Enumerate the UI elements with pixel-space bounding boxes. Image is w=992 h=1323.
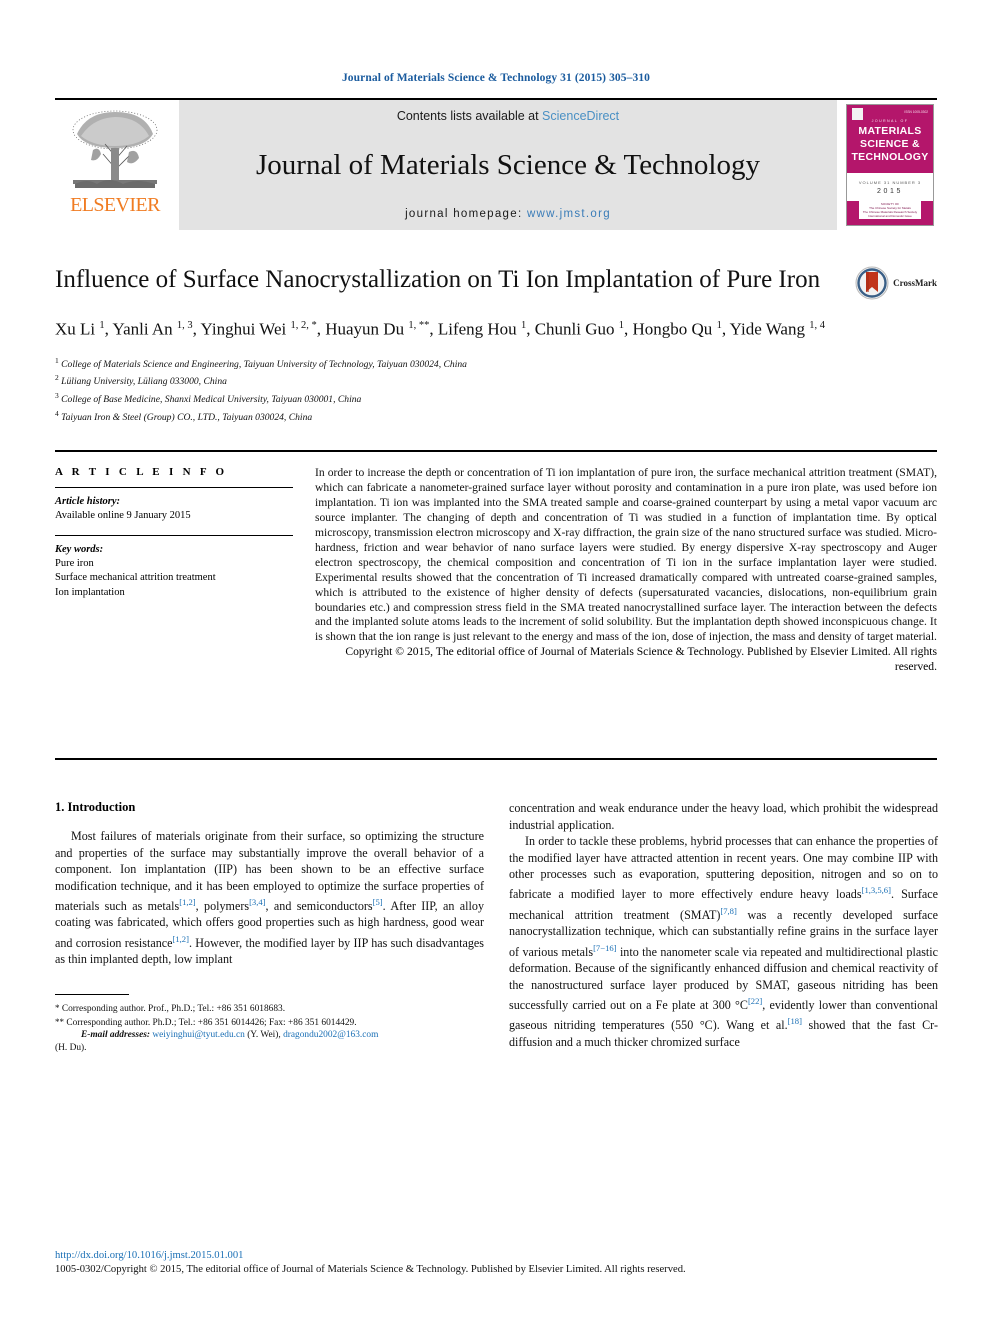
cover-title-line1: MATERIALS [858, 125, 922, 137]
cover-title: MATERIALS SCIENCE & TECHNOLOGY [851, 125, 928, 164]
keyword-item: Pure iron [55, 557, 94, 569]
contents-prefix: Contents lists available at [396, 109, 543, 123]
journal-masthead: ELSEVIER Contents lists available at Sci… [55, 98, 937, 230]
left-column: 1. Introduction Most failures of materia… [55, 800, 484, 1055]
journal-banner: Contents lists available at ScienceDirec… [179, 100, 837, 230]
email-person-1: (Y. Wei), [247, 1030, 281, 1041]
article-info-divider-bottom [55, 534, 293, 536]
abstract-column: In order to increase the depth or concen… [307, 466, 937, 744]
crossmark-label: CrossMark [893, 278, 937, 288]
footnote-rule [55, 993, 129, 995]
journal-cover-cell: ISSN 1005-0302 JOURNAL OF MATERIALS SCIE… [843, 100, 937, 230]
author-list: Xu Li 1, Yanli An 1, 3, Yinghui Wei 1, 2… [55, 319, 825, 339]
doi-link[interactable]: http://dx.doi.org/10.1016/j.jmst.2015.01… [55, 1249, 935, 1263]
cover-footer-text: SOCIETY OF The Chinese Society for Metals… [858, 201, 922, 219]
homepage-url-link[interactable]: www.jmst.org [527, 208, 611, 220]
section-heading-introduction: 1. Introduction [55, 800, 136, 815]
right-column: concentration and weak endurance under t… [509, 800, 938, 1055]
cover-volume-band: VOLUME 31 NUMBER 3 2015 [847, 173, 933, 201]
cover-volume-text: VOLUME 31 NUMBER 3 [858, 179, 922, 185]
issn-copyright: 1005-0302/Copyright © 2015, The editoria… [55, 1264, 686, 1275]
abstract-text: In order to increase the depth or concen… [315, 466, 937, 644]
email-link-1[interactable]: weiyinghui@tyut.edu.cn [152, 1030, 244, 1040]
sciencedirect-link[interactable]: ScienceDirect [542, 109, 619, 123]
cover-title-line2: SCIENCE & [860, 138, 920, 150]
affiliation-item: 3 College of Base Medicine, Shanxi Medic… [55, 391, 362, 406]
cover-footer: SOCIETY OF The Chinese Society for Metals… [847, 201, 933, 225]
footnote-emails: E-mail addresses: weiyinghui@tyut.edu.cn… [55, 1029, 484, 1042]
contents-available-line: Contents lists available at ScienceDirec… [397, 109, 619, 123]
footnote-marker-1: * [55, 1002, 60, 1013]
article-history-value: Available online 9 January 2015 [55, 510, 191, 522]
journal-title: Journal of Materials Science & Technolog… [256, 149, 760, 181]
page-footer: http://dx.doi.org/10.1016/j.jmst.2015.01… [55, 1249, 935, 1277]
body-columns: 1. Introduction Most failures of materia… [55, 800, 938, 1055]
cover-subtitle: JOURNAL OF [871, 119, 909, 123]
affiliation-item: 1 College of Materials Science and Engin… [55, 355, 467, 370]
footnote-text-1: Corresponding author. Prof., Ph.D.; Tel.… [61, 1003, 286, 1014]
journal-cover-thumbnail[interactable]: ISSN 1005-0302 JOURNAL OF MATERIALS SCIE… [846, 104, 934, 226]
cover-topbar: ISSN 1005-0302 [847, 105, 933, 120]
article-title: Influence of Surface Nanocrystallization… [55, 266, 821, 293]
intro-paragraph-right-2: In order to tackle these problems, hybri… [509, 834, 939, 1049]
cover-year: 2015 [877, 187, 903, 195]
crossmark-badge[interactable]: CrossMark [855, 266, 937, 300]
journal-homepage-line: journal homepage: www.jmst.org [405, 208, 611, 220]
footnote-text-2: Corresponding author. Ph.D.; Tel.: +86 3… [66, 1017, 357, 1028]
footnote-marker-2: ** [55, 1016, 64, 1027]
article-info-divider-top [55, 487, 293, 489]
email-link-2[interactable]: dragondu2002@163.com [283, 1030, 378, 1040]
cover-publisher-mark-icon [852, 108, 863, 120]
keyword-item: Surface mechanical attrition treatment [55, 572, 216, 584]
article-info-column: A R T I C L E I N F O Article history: A… [55, 466, 307, 744]
abstract-band: A R T I C L E I N F O Article history: A… [55, 450, 937, 761]
footnote-block: * Corresponding author. Prof., Ph.D.; Te… [55, 993, 484, 1055]
article-info-heading: A R T I C L E I N F O [55, 466, 228, 479]
cover-title-line3: TECHNOLOGY [851, 151, 929, 163]
intro-paragraph-left: Most failures of materials originate fro… [55, 829, 484, 967]
affiliation-item: 4 Taiyuan Iron & Steel (Group) CO., LTD.… [55, 408, 313, 423]
footnote-email-person-2: (H. Du). [55, 1043, 87, 1054]
keyword-item: Ion implantation [55, 586, 125, 598]
affiliation-list: 1 College of Materials Science and Engin… [55, 354, 937, 425]
email-addresses-label: E-mail addresses: [81, 1030, 151, 1041]
abstract-copyright: Copyright © 2015, The editorial office o… [345, 645, 937, 674]
elsevier-logo: ELSEVIER [55, 100, 175, 230]
elsevier-wordmark: ELSEVIER [70, 194, 160, 216]
footnote-corresponding-1: * Corresponding author. Prof., Ph.D.; Te… [55, 1002, 484, 1016]
cover-corner-text: ISSN 1005-0302 [904, 110, 928, 114]
article-page: Journal of Materials Science & Technolog… [0, 0, 992, 1323]
crossmark-icon [855, 266, 889, 300]
footnote-corresponding-2: ** Corresponding author. Ph.D.; Tel.: +8… [55, 1016, 484, 1030]
title-block: Influence of Surface Nanocrystallization… [55, 264, 937, 424]
running-head: Journal of Materials Science & Technolog… [341, 72, 651, 84]
intro-paragraph-right-1: concentration and weak endurance under t… [509, 801, 938, 832]
affiliation-item: 2 Lüliang University, Lüliang 033000, Ch… [55, 373, 227, 388]
homepage-prefix: journal homepage: [405, 208, 527, 220]
keywords-label: Key words: [55, 543, 104, 555]
elsevier-tree-icon [72, 110, 158, 188]
article-history-label: Article history: [55, 496, 121, 508]
